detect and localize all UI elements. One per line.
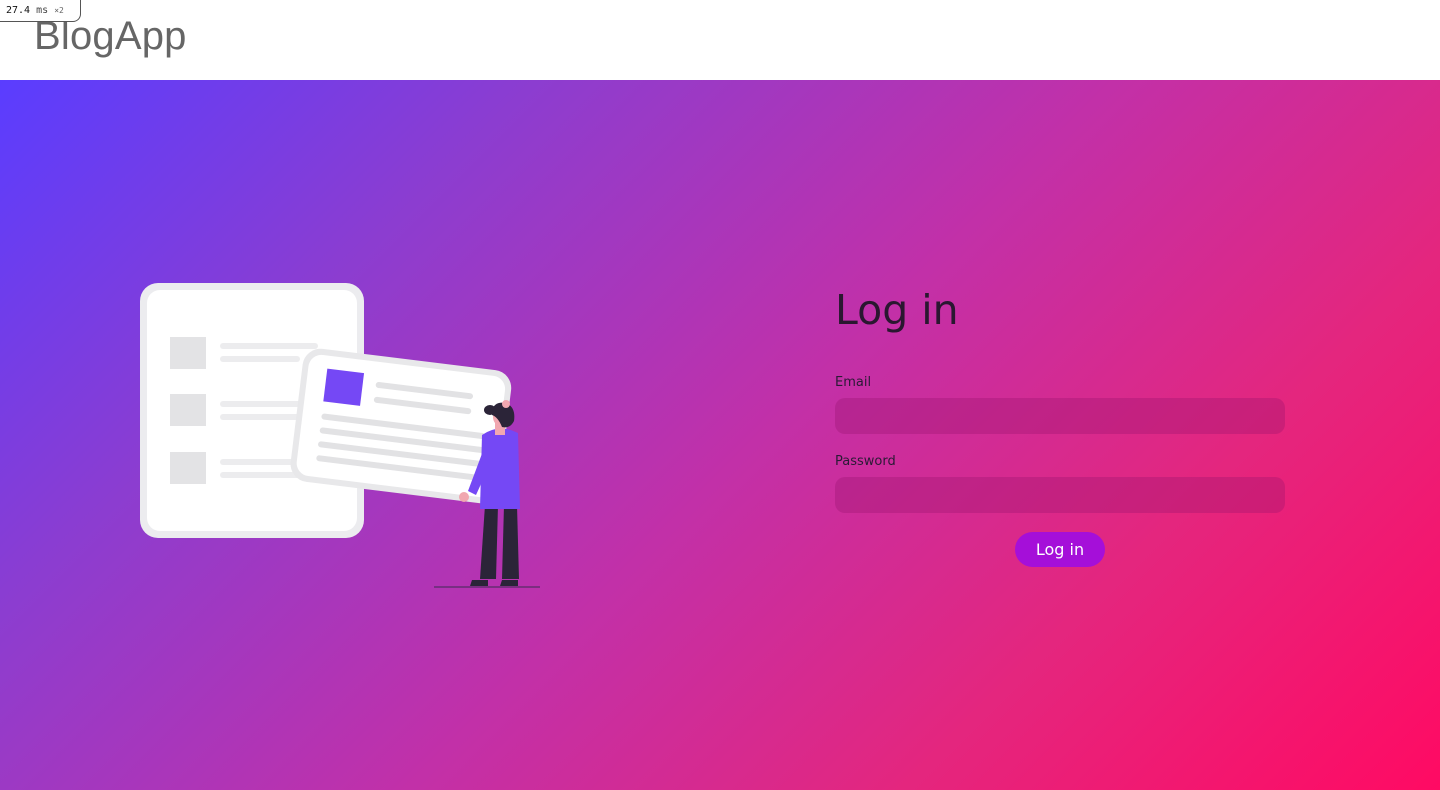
top-navbar: BlogApp — [0, 0, 1440, 80]
submit-row: Log in — [835, 532, 1285, 567]
person-holding-document-illustration — [138, 283, 548, 595]
perf-multiplier: ×2 — [54, 6, 64, 15]
login-form: Log in Email Password Log in — [835, 285, 1285, 567]
perf-unit: ms — [36, 5, 49, 16]
perf-badge: 27.4 ms ×2 — [0, 0, 81, 22]
email-field[interactable] — [835, 398, 1285, 434]
login-button[interactable]: Log in — [1015, 532, 1105, 567]
perf-value: 27.4 — [6, 5, 31, 16]
hero-section: Log in Email Password Log in — [0, 80, 1440, 790]
login-title: Log in — [835, 286, 959, 334]
password-label: Password — [835, 454, 896, 469]
password-field[interactable] — [835, 477, 1285, 513]
email-label: Email — [835, 375, 872, 390]
